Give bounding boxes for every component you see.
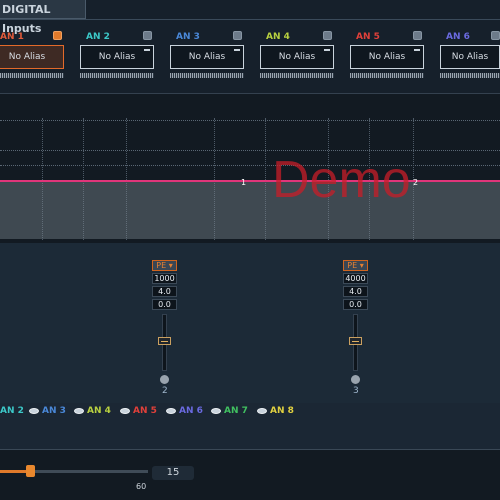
grid-line	[0, 150, 500, 151]
level-meter-an4	[260, 73, 334, 78]
channel-label-an3: AN 3	[176, 32, 200, 42]
band-knob[interactable]	[351, 375, 360, 384]
eq-curve	[0, 180, 500, 182]
channel-label-an1: AN 1	[0, 32, 24, 42]
alias-text: No Alias	[451, 52, 489, 62]
legend-item-an6[interactable]: AN 6	[166, 406, 203, 416]
legend-item-an7[interactable]: AN 7	[211, 406, 248, 416]
alias-text: No Alias	[98, 52, 136, 62]
demo-watermark: Demo	[272, 151, 411, 209]
level-meter-an6	[440, 73, 500, 78]
eye-icon	[211, 408, 221, 414]
band-gain-field[interactable]: 4.0	[152, 286, 177, 297]
alias-field-an2[interactable]: No Alias	[80, 45, 154, 69]
grid-line	[0, 120, 500, 121]
alias-field-an1[interactable]: No Alias	[0, 45, 64, 69]
legend-item-an3[interactable]: AN 3	[29, 406, 66, 416]
channel-checkbox-an4[interactable]	[323, 31, 332, 40]
band-freq-field[interactable]: 4000	[343, 273, 368, 284]
alias-text: No Alias	[188, 52, 226, 62]
channel-label-an2: AN 2	[86, 32, 110, 42]
tab-digital-inputs[interactable]: DIGITAL Inputs	[0, 0, 86, 35]
band-q-field[interactable]: 0.0	[343, 299, 368, 310]
filter-type-dropdown[interactable]: PE ▾	[343, 260, 368, 271]
level-meter-an2	[80, 73, 154, 78]
eq-point-2-label[interactable]: 2	[413, 178, 418, 187]
filter-type-dropdown[interactable]: PE ▾	[152, 260, 177, 271]
band-knob[interactable]	[160, 375, 169, 384]
band-gain-field[interactable]: 4.0	[343, 286, 368, 297]
bottom-panel	[0, 450, 500, 500]
response-area	[0, 181, 500, 239]
channel-checkbox-an3[interactable]	[233, 31, 242, 40]
band-slider-thumb[interactable]	[349, 337, 362, 345]
channel-checkbox-an2[interactable]	[143, 31, 152, 40]
band-controls	[0, 243, 500, 403]
band-number: 2	[162, 386, 168, 396]
level-meter-an3	[170, 73, 244, 78]
band-number: 3	[353, 386, 359, 396]
eq-point-1-label[interactable]: 1	[241, 178, 246, 187]
eye-icon	[120, 408, 130, 414]
alias-text: No Alias	[8, 52, 46, 62]
legend-item-an2[interactable]: AN 2	[0, 406, 24, 416]
band-slider-thumb[interactable]	[158, 337, 171, 345]
channel-checkbox-an1[interactable]	[53, 31, 62, 40]
legend-item-an5[interactable]: AN 5	[120, 406, 157, 416]
grid-line	[0, 165, 500, 166]
legend-item-an8[interactable]: AN 8	[257, 406, 294, 416]
slider-value-field[interactable]: 15	[152, 466, 194, 480]
eye-icon	[257, 408, 267, 414]
channel-label-an5: AN 5	[356, 32, 380, 42]
alias-text: No Alias	[368, 52, 406, 62]
channel-checkbox-an6[interactable]	[491, 31, 500, 40]
band-q-field[interactable]: 0.0	[152, 299, 177, 310]
channel-label-an6: AN 6	[446, 32, 470, 42]
eye-icon	[29, 408, 39, 414]
legend-item-an4[interactable]: AN 4	[74, 406, 111, 416]
channel-checkbox-an5[interactable]	[413, 31, 422, 40]
alias-field-an3[interactable]: No Alias	[170, 45, 244, 69]
horizontal-slider-thumb[interactable]	[26, 465, 35, 477]
slider-sub-value: 60	[136, 482, 147, 491]
level-meter-an1	[0, 73, 64, 78]
alias-field-an5[interactable]: No Alias	[350, 45, 424, 69]
level-meter-an5	[350, 73, 424, 78]
alias-text: No Alias	[278, 52, 316, 62]
eye-icon	[166, 408, 176, 414]
band-freq-field[interactable]: 1000	[152, 273, 177, 284]
alias-field-an4[interactable]: No Alias	[260, 45, 334, 69]
channel-label-an4: AN 4	[266, 32, 290, 42]
divider	[0, 19, 500, 20]
eye-icon	[74, 408, 84, 414]
alias-field-an6[interactable]: No Alias	[440, 45, 500, 69]
